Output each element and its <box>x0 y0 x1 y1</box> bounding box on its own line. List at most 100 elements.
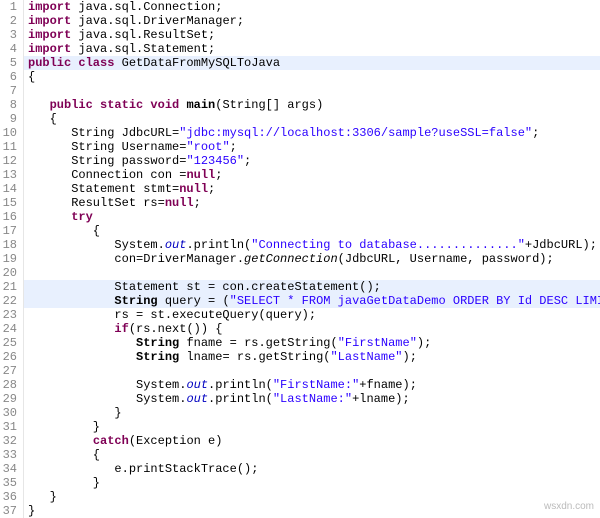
code-line <box>24 84 600 98</box>
token-plain: ; <box>230 140 237 154</box>
line-number: 11 <box>0 140 17 154</box>
code-line: String query = ("SELECT * FROM javaGetDa… <box>24 294 600 308</box>
token-str: "FirstName" <box>338 336 417 350</box>
token-plain <box>28 294 114 308</box>
token-plain: String password= <box>28 154 186 168</box>
code-line: import java.sql.Statement; <box>24 42 600 56</box>
token-plain: { <box>28 448 100 462</box>
code-line: { <box>24 224 600 238</box>
token-str: "Connecting to database.............." <box>251 238 525 252</box>
code-line: String Username="root"; <box>24 140 600 154</box>
token-kw: catch <box>93 434 129 448</box>
token-plain: String Username= <box>28 140 186 154</box>
token-kw: import <box>28 0 78 14</box>
token-plain: java.sql.Statement; <box>78 42 215 56</box>
token-plain: java.sql.ResultSet; <box>78 28 215 42</box>
token-str: "LastName" <box>330 350 402 364</box>
line-number: 4 <box>0 42 17 56</box>
token-plain: .println( <box>186 238 251 252</box>
token-plain: query = ( <box>165 294 230 308</box>
code-line: System.out.println("LastName:"+lname); <box>24 392 600 406</box>
token-plain: Statement stmt= <box>28 182 179 196</box>
token-cl: String <box>136 336 186 350</box>
token-plain: String JdbcURL= <box>28 126 179 140</box>
token-str: "FirstName:" <box>273 378 359 392</box>
code-line <box>24 364 600 378</box>
line-number: 21 <box>0 280 17 294</box>
token-plain <box>28 322 114 336</box>
token-plain: ; <box>244 154 251 168</box>
code-line: { <box>24 70 600 84</box>
code-line <box>24 266 600 280</box>
token-kw: import <box>28 42 78 56</box>
line-number: 17 <box>0 224 17 238</box>
token-plain: ; <box>215 168 222 182</box>
line-number: 36 <box>0 490 17 504</box>
code-line: System.out.println("FirstName:"+fname); <box>24 378 600 392</box>
token-str: "root" <box>186 140 229 154</box>
token-plain: System. <box>28 238 165 252</box>
code-line: public class GetDataFromMySQLToJava <box>24 56 600 70</box>
token-plain: con=DriverManager. <box>28 252 244 266</box>
token-plain: } <box>28 476 100 490</box>
token-plain: ; <box>194 196 201 210</box>
code-line: try <box>24 210 600 224</box>
code-line: String fname = rs.getString("FirstName")… <box>24 336 600 350</box>
line-number: 18 <box>0 238 17 252</box>
token-plain: ); <box>417 336 431 350</box>
token-plain: { <box>28 70 35 84</box>
code-line: public static void main(String[] args) <box>24 98 600 112</box>
code-line: import java.sql.Connection; <box>24 0 600 14</box>
token-plain <box>28 210 71 224</box>
line-number: 5 <box>0 56 17 70</box>
line-number: 6 <box>0 70 17 84</box>
code-line: } <box>24 490 600 504</box>
token-plain: System. <box>28 378 186 392</box>
token-kw: import <box>28 14 78 28</box>
token-plain: (JdbcURL, Username, password); <box>338 252 554 266</box>
token-kw: if <box>114 322 128 336</box>
code-line: import java.sql.ResultSet; <box>24 28 600 42</box>
token-plain: +JdbcURL); <box>525 238 597 252</box>
line-number: 33 <box>0 448 17 462</box>
token-kw: import <box>28 28 78 42</box>
line-number: 12 <box>0 154 17 168</box>
code-line: System.out.println("Connecting to databa… <box>24 238 600 252</box>
token-str: "SELECT * FROM javaGetDataDemo ORDER BY … <box>230 294 600 308</box>
token-kw: null <box>186 168 215 182</box>
code-line: String lname= rs.getString("LastName"); <box>24 350 600 364</box>
code-line: catch(Exception e) <box>24 434 600 448</box>
line-number: 8 <box>0 98 17 112</box>
token-str: "LastName:" <box>273 392 352 406</box>
line-number: 3 <box>0 28 17 42</box>
line-number: 10 <box>0 126 17 140</box>
token-mth: getConnection <box>244 252 338 266</box>
token-plain: } <box>28 490 57 504</box>
token-plain: System. <box>28 392 186 406</box>
code-line: rs = st.executeQuery(query); <box>24 308 600 322</box>
token-cl: String <box>114 294 164 308</box>
code-line: Connection con =null; <box>24 168 600 182</box>
line-number: 32 <box>0 434 17 448</box>
line-number: 19 <box>0 252 17 266</box>
token-plain: } <box>28 420 100 434</box>
line-number: 2 <box>0 14 17 28</box>
code-line: if(rs.next()) { <box>24 322 600 336</box>
token-plain: (String[] args) <box>215 98 323 112</box>
line-number: 34 <box>0 462 17 476</box>
token-plain: java.sql.Connection; <box>78 0 222 14</box>
token-plain: { <box>28 112 57 126</box>
line-number: 20 <box>0 266 17 280</box>
code-line: } <box>24 420 600 434</box>
line-number: 1 <box>0 0 17 14</box>
line-number: 9 <box>0 112 17 126</box>
token-kw: null <box>165 196 194 210</box>
token-plain: } <box>28 406 122 420</box>
token-plain: (rs.next()) { <box>129 322 223 336</box>
token-plain <box>28 350 136 364</box>
token-kw: try <box>71 210 93 224</box>
code-line: con=DriverManager.getConnection(JdbcURL,… <box>24 252 600 266</box>
line-number-gutter: 1234567891011121314151617181920212223242… <box>0 0 24 518</box>
token-cl: String <box>136 350 186 364</box>
code-line: { <box>24 448 600 462</box>
